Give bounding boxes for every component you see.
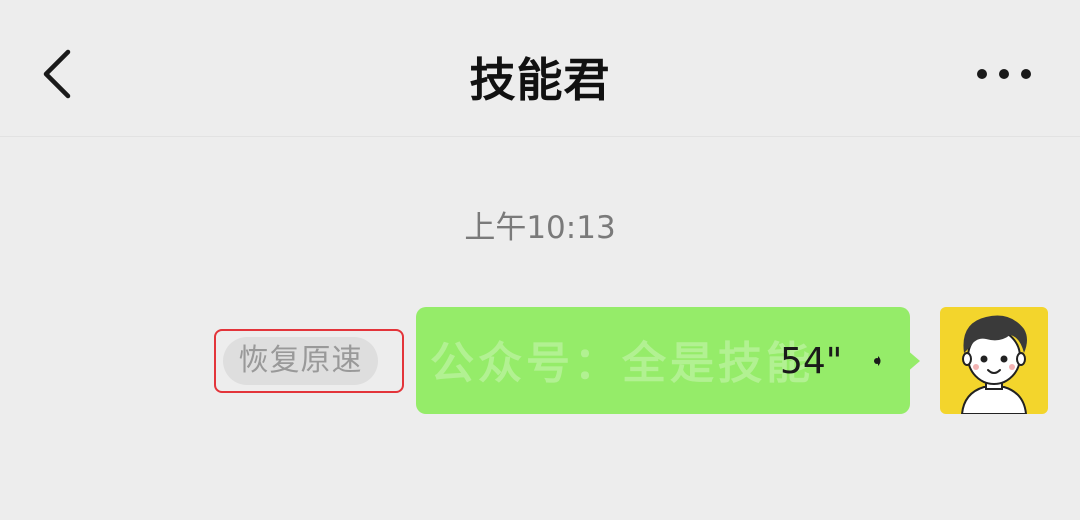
more-button[interactable] (968, 54, 1040, 94)
voice-duration: 54" (780, 341, 843, 382)
voice-message-bubble[interactable]: 公众号：全是技能 54" (416, 307, 910, 414)
watermark-text: 公众号：全是技能 (430, 338, 814, 389)
ellipsis-icon (977, 69, 1031, 79)
chat-screen: 技能君 上午10:13 恢复原速 公众号：全是技能 54" (0, 0, 1080, 520)
chat-header: 技能君 (0, 0, 1080, 137)
voice-wave-icon (874, 356, 881, 366)
chat-title: 技能君 (469, 53, 611, 107)
chevron-left-icon (43, 49, 71, 99)
back-button[interactable] (30, 38, 90, 108)
restore-speed-button[interactable]: 恢复原速 (223, 337, 378, 385)
avatar[interactable] (940, 307, 1048, 414)
bubble-tail (906, 349, 920, 373)
message-timestamp: 上午10:13 (464, 210, 616, 246)
user-avatar-icon (960, 315, 1028, 414)
